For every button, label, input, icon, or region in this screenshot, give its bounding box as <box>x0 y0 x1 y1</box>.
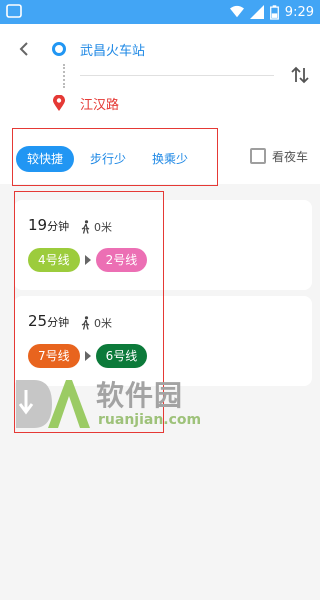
swap-route-icon[interactable] <box>289 64 311 86</box>
watermark-url: ruanjian.com <box>98 412 202 428</box>
signal-icon <box>249 5 264 19</box>
status-bar: 9:29 <box>0 0 320 24</box>
notification-icon <box>6 4 22 18</box>
origin-dot-icon <box>52 42 66 56</box>
status-time: 9:29 <box>284 4 314 20</box>
destination-label: 江汉路 <box>80 97 120 113</box>
night-bus-toggle[interactable]: 看夜车 <box>250 147 308 165</box>
origin-field[interactable]: 武昌火车站 <box>52 38 145 60</box>
destination-pin-icon <box>53 95 65 111</box>
watermark-logo: 软件园 ruanjian.com <box>14 372 204 436</box>
night-bus-checkbox[interactable] <box>250 148 266 164</box>
tab-fastest[interactable]: 较快捷 <box>16 146 74 172</box>
night-bus-label: 看夜车 <box>272 149 309 164</box>
origin-label: 武昌火车站 <box>80 43 146 59</box>
watermark-da-logo <box>16 380 90 428</box>
tab-fewer-transfers[interactable]: 换乘少 <box>146 146 194 172</box>
watermark-brand: 软件园 <box>96 379 184 412</box>
back-icon[interactable] <box>14 38 36 60</box>
wifi-icon <box>229 5 244 18</box>
route-divider <box>80 75 274 76</box>
destination-field[interactable]: 江汉路 <box>52 92 119 114</box>
battery-icon <box>269 4 279 20</box>
tab-less-walking[interactable]: 步行少 <box>84 146 132 172</box>
route-connector <box>63 64 65 88</box>
